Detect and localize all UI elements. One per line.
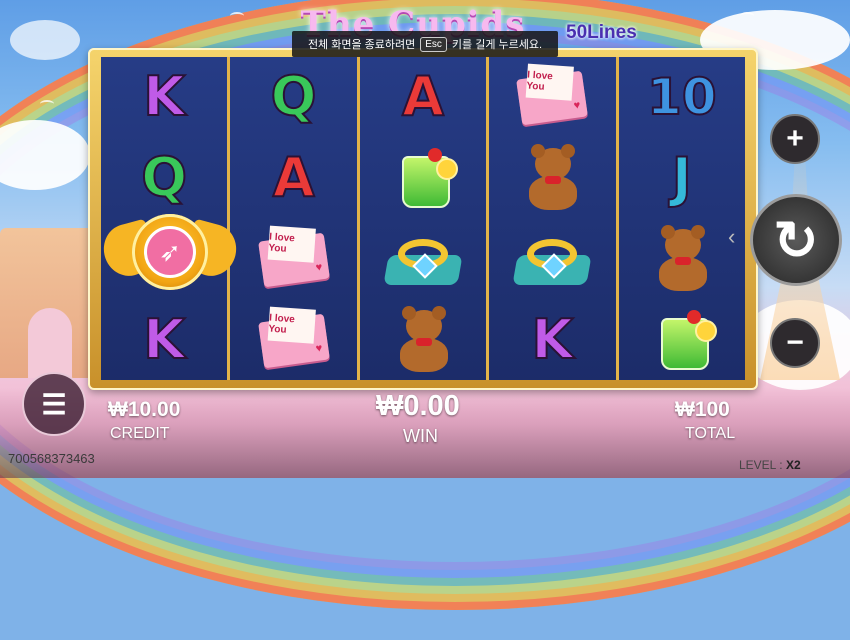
reel-cell: K — [101, 57, 227, 138]
reel-cell: A — [230, 138, 356, 219]
chevron-left-icon[interactable]: ‹ — [728, 224, 746, 249]
total-label: TOTAL — [685, 425, 736, 442]
win-value: ₩0.00 — [376, 390, 460, 422]
reel-cell: J — [619, 138, 745, 219]
credit-value: ₩10.00 — [108, 398, 181, 421]
teddy-bear-icon — [643, 224, 721, 291]
love-letter-text: I love You — [267, 306, 316, 344]
reel-cell: K — [101, 299, 227, 380]
reel-cell — [360, 138, 486, 219]
level-label: LEVEL : — [739, 458, 783, 472]
symbol-q: Q — [140, 146, 188, 210]
symbol-j: J — [671, 146, 693, 210]
level-value: X2 — [785, 458, 801, 472]
symbol-k: K — [142, 65, 186, 129]
symbol-k: K — [142, 307, 186, 371]
bird-icon — [40, 100, 54, 108]
teddy-bear-icon — [513, 144, 591, 211]
love-letter-icon: I love You ♥ — [255, 225, 333, 289]
player-id: 700568373463 — [8, 451, 95, 466]
bird-icon — [740, 12, 754, 20]
symbol-10: 10 — [646, 68, 718, 127]
drink-icon — [643, 309, 721, 370]
spin-button[interactable]: ↻ — [750, 194, 842, 286]
reel-cell: 10 — [619, 57, 745, 138]
menu-button[interactable]: ☰ — [22, 372, 86, 436]
reel-cell: I love You ♥ — [230, 299, 356, 380]
banner-prefix: 전체 화면을 종료하려면 — [307, 39, 416, 51]
reel-cell — [360, 219, 486, 300]
reel-cell: I love You ♥ — [489, 57, 615, 138]
bird-icon — [230, 12, 244, 20]
reel-cell — [619, 299, 745, 380]
drink-icon — [384, 148, 462, 209]
reel-cell — [489, 219, 615, 300]
cloud — [10, 20, 80, 60]
reel-cell: Q — [230, 57, 356, 138]
love-letter-icon: I love You ♥ — [513, 63, 591, 127]
reel-cell — [360, 299, 486, 380]
symbol-a: A — [272, 146, 316, 210]
cupid-wild-icon: ➶ — [98, 214, 242, 306]
credit-label: CREDIT — [110, 425, 170, 442]
reel-4: I love You ♥ K — [489, 57, 616, 380]
reel-cell: Q — [101, 138, 227, 219]
total-value: ₩100 — [675, 398, 730, 421]
banner-suffix: 키를 길게 누르세요. — [451, 39, 543, 51]
ring-icon — [383, 229, 463, 289]
symbol-q: Q — [270, 65, 318, 129]
reel-cell — [489, 138, 615, 219]
reel-5: 10 J — [618, 57, 746, 380]
reel-2: Q A I love You ♥ I love You ♥ — [230, 57, 357, 380]
reel-3: A — [359, 57, 487, 380]
love-letter-text: I love You — [526, 63, 575, 102]
lines-count: 50Lines — [566, 22, 637, 43]
reel-cell — [619, 219, 745, 300]
symbol-k: K — [530, 307, 574, 371]
symbol-a: A — [401, 65, 445, 129]
reel-cell: K — [489, 299, 615, 380]
win-label: WIN — [403, 426, 438, 446]
fullscreen-exit-banner: 전체 화면을 종료하려면 Esc 키를 길게 누르세요. — [292, 31, 558, 57]
love-letter-icon: I love You ♥ — [255, 306, 333, 370]
arc-de-triomphe — [0, 228, 100, 378]
level-indicator: LEVEL : X2 — [739, 458, 801, 472]
teddy-bear-icon — [384, 305, 462, 372]
reel-cell: I love You ♥ — [230, 219, 356, 300]
bet-increase-button[interactable]: + — [770, 114, 820, 164]
bet-decrease-button[interactable]: − — [770, 318, 820, 368]
esc-key-badge: Esc — [420, 36, 447, 52]
reel-cell: A — [360, 57, 486, 138]
ring-icon — [512, 229, 593, 289]
love-letter-text: I love You — [267, 225, 316, 263]
